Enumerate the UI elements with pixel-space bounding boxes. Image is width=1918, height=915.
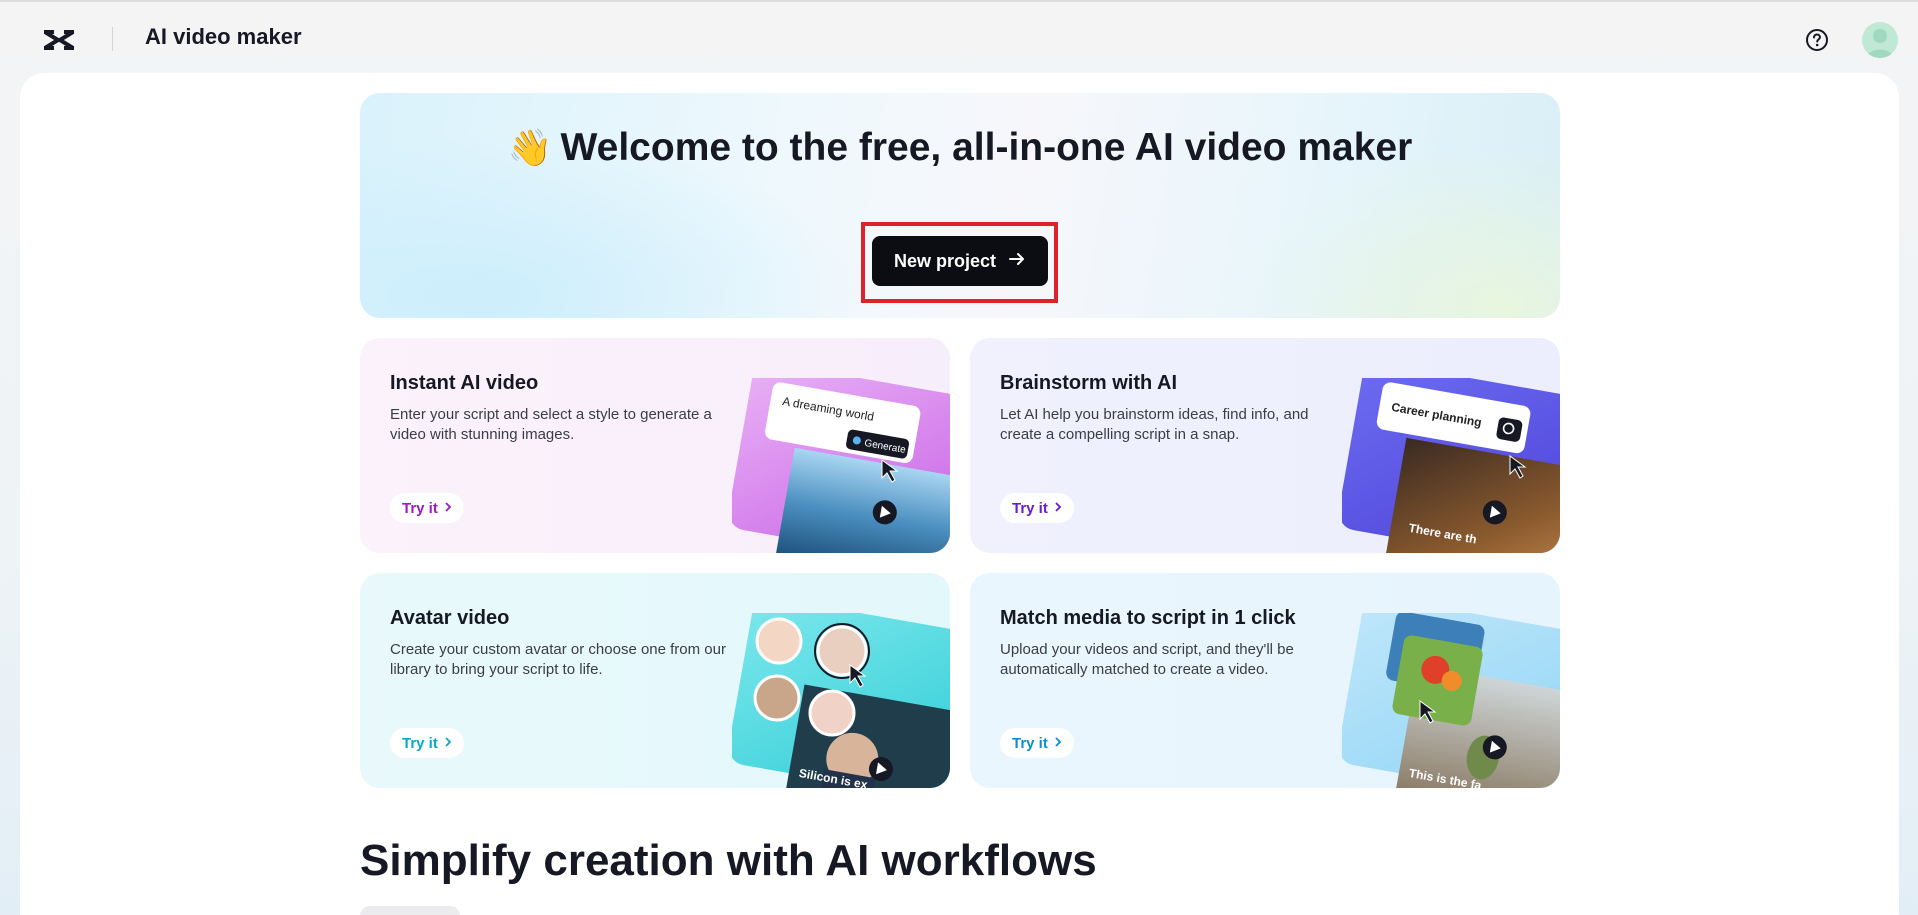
try-it-label: Try it [402,499,438,517]
brainstorm-illustration: Career planning There are th [1338,362,1560,553]
try-it-label: Try it [402,734,438,752]
card-description: Upload your videos and script, and they'… [1000,641,1294,678]
waving-hand-icon: 👋 [507,127,553,168]
capcut-logo-icon[interactable] [42,26,76,54]
hero-title-text: Welcome to the free, all-in-one AI video… [560,126,1413,169]
chevron-right-icon [444,500,452,517]
match-media-card[interactable]: Match media to script in 1 click Upload … [970,573,1560,788]
try-it-label: Try it [1012,734,1048,752]
avatar-video-try-button[interactable]: Try it [390,728,464,758]
chevron-right-icon [1054,735,1062,752]
brainstorm-with-ai-card[interactable]: Brainstorm with AI Let AI help you brain… [970,338,1560,553]
instant-ai-video-try-button[interactable]: Try it [390,493,464,523]
card-title: Instant AI video [390,372,539,394]
instant-ai-video-illustration: A dreaming world Generate [728,362,950,553]
new-project-button[interactable]: New project [872,236,1048,286]
section-title: Simplify creation with AI workflows [360,836,1097,885]
app-header: AI video maker [0,2,1918,74]
brainstorm-try-button[interactable]: Try it [1000,493,1074,523]
avatar-video-illustration: Silicon is ex [728,597,950,788]
chevron-right-icon [444,735,452,752]
help-circle-icon[interactable] [1803,26,1831,54]
match-media-illustration: This is the fa [1338,597,1560,788]
card-title: Match media to script in 1 click [1000,607,1296,629]
try-it-label: Try it [1012,499,1048,517]
hero-title: 👋 Welcome to the free, all-in-one AI vide… [360,125,1560,171]
avatar-video-card[interactable]: Avatar video Create your custom avatar o… [360,573,950,788]
card-description: Enter your script and select a style to … [390,406,712,443]
app-title: AI video maker [145,24,302,49]
card-title: Avatar video [390,607,510,629]
user-avatar-icon[interactable] [1862,22,1898,58]
instant-ai-video-card[interactable]: Instant AI video Enter your script and s… [360,338,950,553]
match-media-try-button[interactable]: Try it [1000,728,1074,758]
card-title: Brainstorm with AI [1000,372,1178,394]
header-divider [112,27,113,51]
arrow-right-icon [1008,250,1026,273]
new-project-label: New project [893,250,997,271]
card-description: Let AI help you brainstorm ideas, find i… [1000,406,1309,443]
card-description: Create your custom avatar or choose one … [390,641,726,678]
section-filter-chip[interactable] [360,906,460,915]
chevron-right-icon [1054,500,1062,517]
